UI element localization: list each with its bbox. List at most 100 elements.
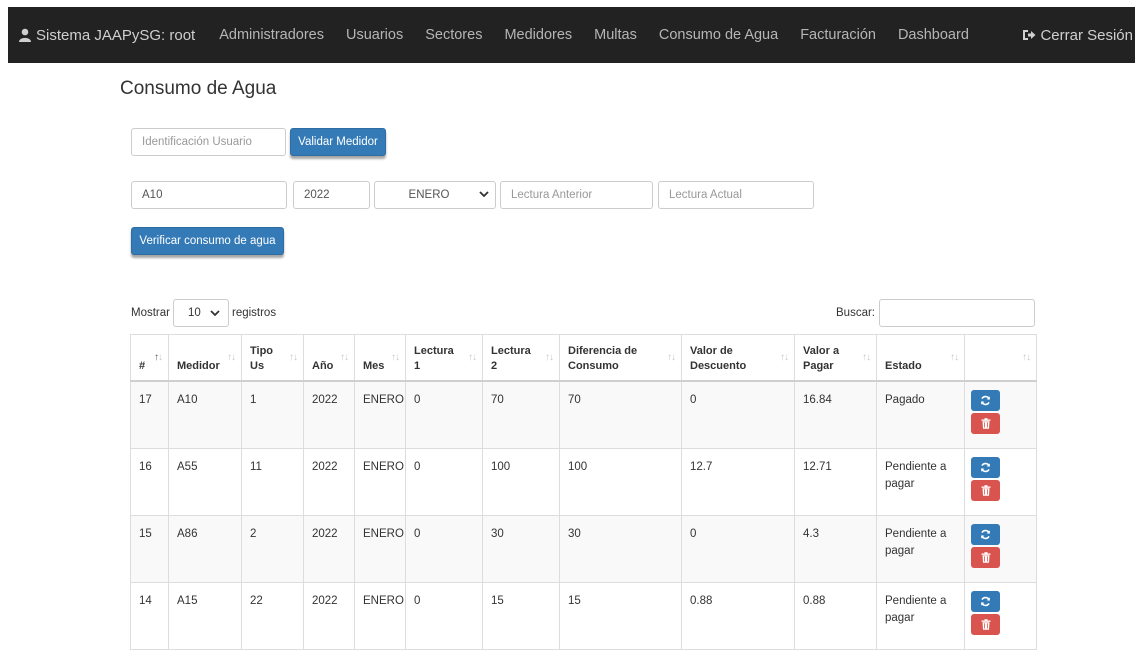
delete-button[interactable] (971, 480, 1000, 501)
cell-diferencia: 70 (559, 380, 682, 449)
cell-lectura-2: 100 (482, 448, 560, 516)
cell-estado: Pendiente a pagar (876, 582, 965, 650)
update-button[interactable] (971, 390, 1000, 411)
column-header-lectura-1[interactable]: Lectura 1 ↑↓ (405, 334, 483, 382)
update-button[interactable] (971, 524, 1000, 545)
cell-estado: Pendiente a pagar (876, 515, 965, 583)
consumption-table: # ↑↓ Medidor ↑↓ Tipo Us ↑↓ Año ↑↓ Mes ↑↓ Lect… (130, 334, 1037, 650)
top-navbar: Sistema JAAPySG: root Administradores Us… (8, 7, 1135, 63)
cell-medidor: A15 (168, 582, 242, 650)
table-row: 17 A10 1 2022 ENERO 0 70 70 0 16.84 Pagado (130, 380, 1037, 449)
sort-icon: ↑↓ (545, 351, 554, 363)
cell-estado: Pendiente a pagar (876, 448, 965, 516)
current-reading-input[interactable] (658, 181, 814, 209)
cell-descuento: 0 (681, 380, 795, 449)
nav-dashboard[interactable]: Dashboard (898, 27, 969, 43)
cell-lectura-1: 0 (405, 515, 483, 583)
cell-tipo-us: 11 (241, 448, 304, 516)
previous-reading-input[interactable] (500, 181, 653, 209)
sort-icon: ↑↓ (1022, 351, 1031, 363)
cell-actions (964, 380, 1037, 449)
sort-icon: ↑↓ (340, 351, 349, 363)
column-header-actions[interactable]: ↑↓ (964, 334, 1037, 382)
cell-mes: ENERO (354, 515, 406, 583)
update-button[interactable] (971, 457, 1000, 478)
cell-lectura-2: 15 (482, 582, 560, 650)
nav-facturacion[interactable]: Facturación (800, 27, 876, 43)
user-id-input[interactable] (131, 128, 286, 156)
column-header-estado[interactable]: Estado ↑↓ (876, 334, 965, 382)
column-header-valor-pagar[interactable]: Valor a Pagar ↑↓ (794, 334, 877, 382)
column-header-descuento[interactable]: Valor de Descuento ↑↓ (681, 334, 795, 382)
delete-button[interactable] (971, 413, 1000, 434)
delete-button[interactable] (971, 547, 1000, 568)
cell-estado: Pagado (876, 380, 965, 449)
year-value: 2022 (304, 189, 330, 201)
table-header-row: # ↑↓ Medidor ↑↓ Tipo Us ↑↓ Año ↑↓ Mes ↑↓ Lect… (130, 334, 1037, 382)
nav-multas[interactable]: Multas (594, 27, 637, 43)
cell-id: 15 (130, 515, 169, 583)
cell-lectura-1: 0 (405, 448, 483, 516)
cell-anio: 2022 (303, 515, 355, 583)
verify-consumption-button[interactable]: Verificar consumo de agua (131, 227, 284, 255)
cell-tipo-us: 2 (241, 515, 304, 583)
records-length-value: 10 (187, 307, 201, 319)
sort-icon: ↑↓ (227, 351, 236, 363)
trash-icon (981, 552, 991, 563)
nav-usuarios[interactable]: Usuarios (346, 27, 403, 43)
nav-administradores[interactable]: Administradores (219, 27, 324, 43)
cell-medidor: A86 (168, 515, 242, 583)
cell-actions (964, 515, 1037, 583)
cell-tipo-us: 22 (241, 582, 304, 650)
cell-anio: 2022 (303, 380, 355, 449)
records-length-control: Mostrar 10 registros (131, 299, 276, 327)
cell-valor-pagar: 12.71 (794, 448, 877, 516)
cell-descuento: 0 (681, 515, 795, 583)
column-header-lectura-2[interactable]: Lectura 2 ↑↓ (482, 334, 560, 382)
cell-mes: ENERO (354, 448, 406, 516)
sort-icon: ↑↓ (780, 351, 789, 363)
cell-valor-pagar: 4.3 (794, 515, 877, 583)
column-header-tipo-us[interactable]: Tipo Us ↑↓ (241, 334, 304, 382)
cell-lectura-1: 0 (405, 380, 483, 449)
logout-link[interactable]: Cerrar Sesión (1022, 27, 1133, 44)
cell-actions (964, 582, 1037, 650)
sort-icon: ↑↓ (862, 351, 871, 363)
cell-valor-pagar: 16.84 (794, 380, 877, 449)
meter-input[interactable]: A10 (131, 181, 287, 209)
column-header-diferencia[interactable]: Diferencia de Consumo ↑↓ (559, 334, 682, 382)
cell-anio: 2022 (303, 448, 355, 516)
month-value: ENERO (408, 189, 450, 201)
refresh-icon (980, 529, 991, 540)
search-input[interactable] (879, 299, 1035, 327)
table-row: 15 A86 2 2022 ENERO 0 30 30 0 4.3 Pendiente a paga… (130, 515, 1037, 583)
sort-icon: ↑↓ (391, 351, 400, 363)
nav-medidores[interactable]: Medidores (504, 27, 572, 43)
cell-actions (964, 448, 1037, 516)
year-input[interactable]: 2022 (293, 181, 370, 209)
nav-consumo-agua[interactable]: Consumo de Agua (659, 27, 778, 43)
records-length-select[interactable]: 10 (172, 299, 229, 327)
column-header-medidor[interactable]: Medidor ↑↓ (168, 334, 242, 382)
delete-button[interactable] (971, 614, 1000, 635)
column-header-mes[interactable]: Mes ↑↓ (354, 334, 406, 382)
cell-lectura-2: 70 (482, 380, 560, 449)
update-button[interactable] (971, 591, 1000, 612)
refresh-icon (980, 395, 991, 406)
sign-out-icon (1022, 29, 1040, 41)
meter-value: A10 (142, 189, 163, 201)
cell-id: 17 (130, 380, 169, 449)
trash-icon (981, 619, 991, 630)
cell-lectura-2: 30 (482, 515, 560, 583)
nav-sectores[interactable]: Sectores (425, 27, 482, 43)
validate-meter-button[interactable]: Validar Medidor (290, 128, 386, 156)
table-row: 14 A15 22 2022 ENERO 0 15 15 0.88 0.88 Pendiente a… (130, 582, 1037, 650)
table-row: 16 A55 11 2022 ENERO 0 100 100 12.7 12.71 Pendient… (130, 448, 1037, 516)
show-label: Mostrar (131, 307, 170, 319)
column-header-id[interactable]: # ↑↓ (130, 334, 169, 382)
month-select[interactable]: ENERO (374, 181, 496, 209)
cell-diferencia: 15 (559, 582, 682, 650)
column-header-anio[interactable]: Año ↑↓ (303, 334, 355, 382)
brand-link[interactable]: Sistema JAAPySG: root (8, 27, 195, 44)
logout-label: Cerrar Sesión (1040, 26, 1133, 44)
